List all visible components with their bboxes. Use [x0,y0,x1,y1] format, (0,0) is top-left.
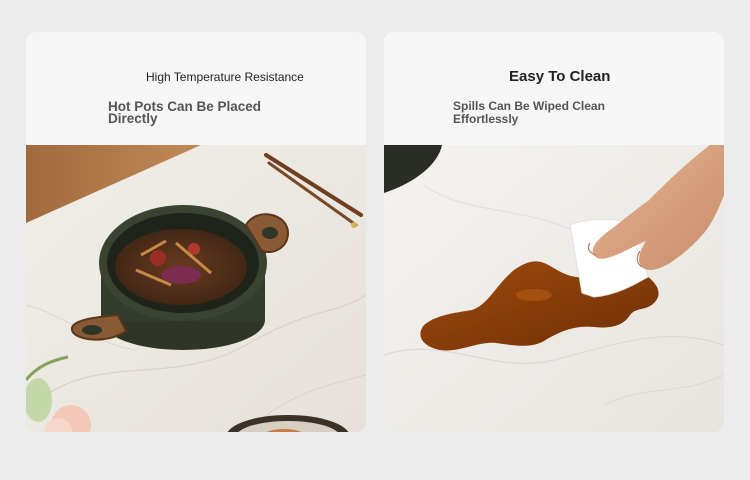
pot-illustration [26,145,366,432]
card-header: Easy To Clean Spills Can Be Wiped Clean … [384,32,724,145]
spill-illustration [384,145,724,432]
page: High Temperature Resistance Hot Pots Can… [0,0,750,480]
card-subtitle: Hot Pots Can Be Placed Directly [108,99,262,126]
wiping-spill-image [384,145,724,432]
card-subtitle: Spills Can Be Wiped Clean Effortlessly [453,99,605,126]
feature-card-easy-clean: Easy To Clean Spills Can Be Wiped Clean … [384,32,724,432]
card-header: High Temperature Resistance Hot Pots Can… [26,32,366,145]
feature-card-heat-resistance: High Temperature Resistance Hot Pots Can… [26,32,366,432]
card-title: Easy To Clean [509,68,611,85]
pot-on-table-image [26,145,366,432]
card-title: High Temperature Resistance [146,70,304,84]
